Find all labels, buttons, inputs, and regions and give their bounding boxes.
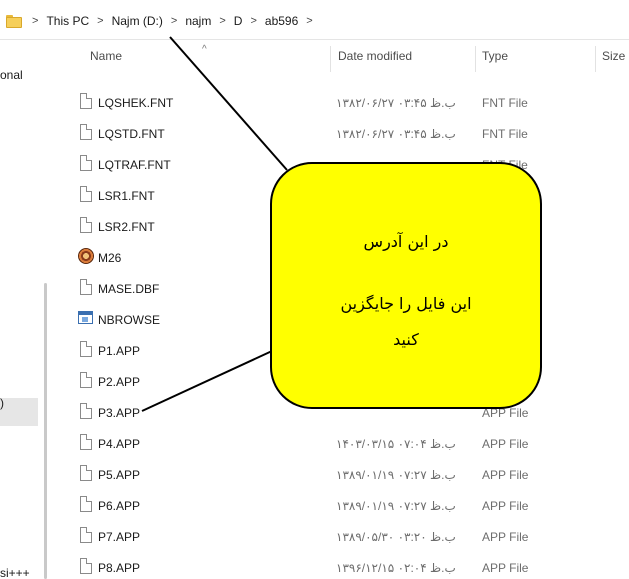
pointer-line-file [141,350,273,412]
instruction-callout: در این آدرس این فایل را جایگزین کنید [270,162,542,409]
pointer-line-address [169,36,288,171]
callout-line-2: این فایل را جایگزین [340,294,472,313]
callout-line-3: کنید [393,330,419,349]
callout-line-1: در این آدرس [363,232,449,251]
